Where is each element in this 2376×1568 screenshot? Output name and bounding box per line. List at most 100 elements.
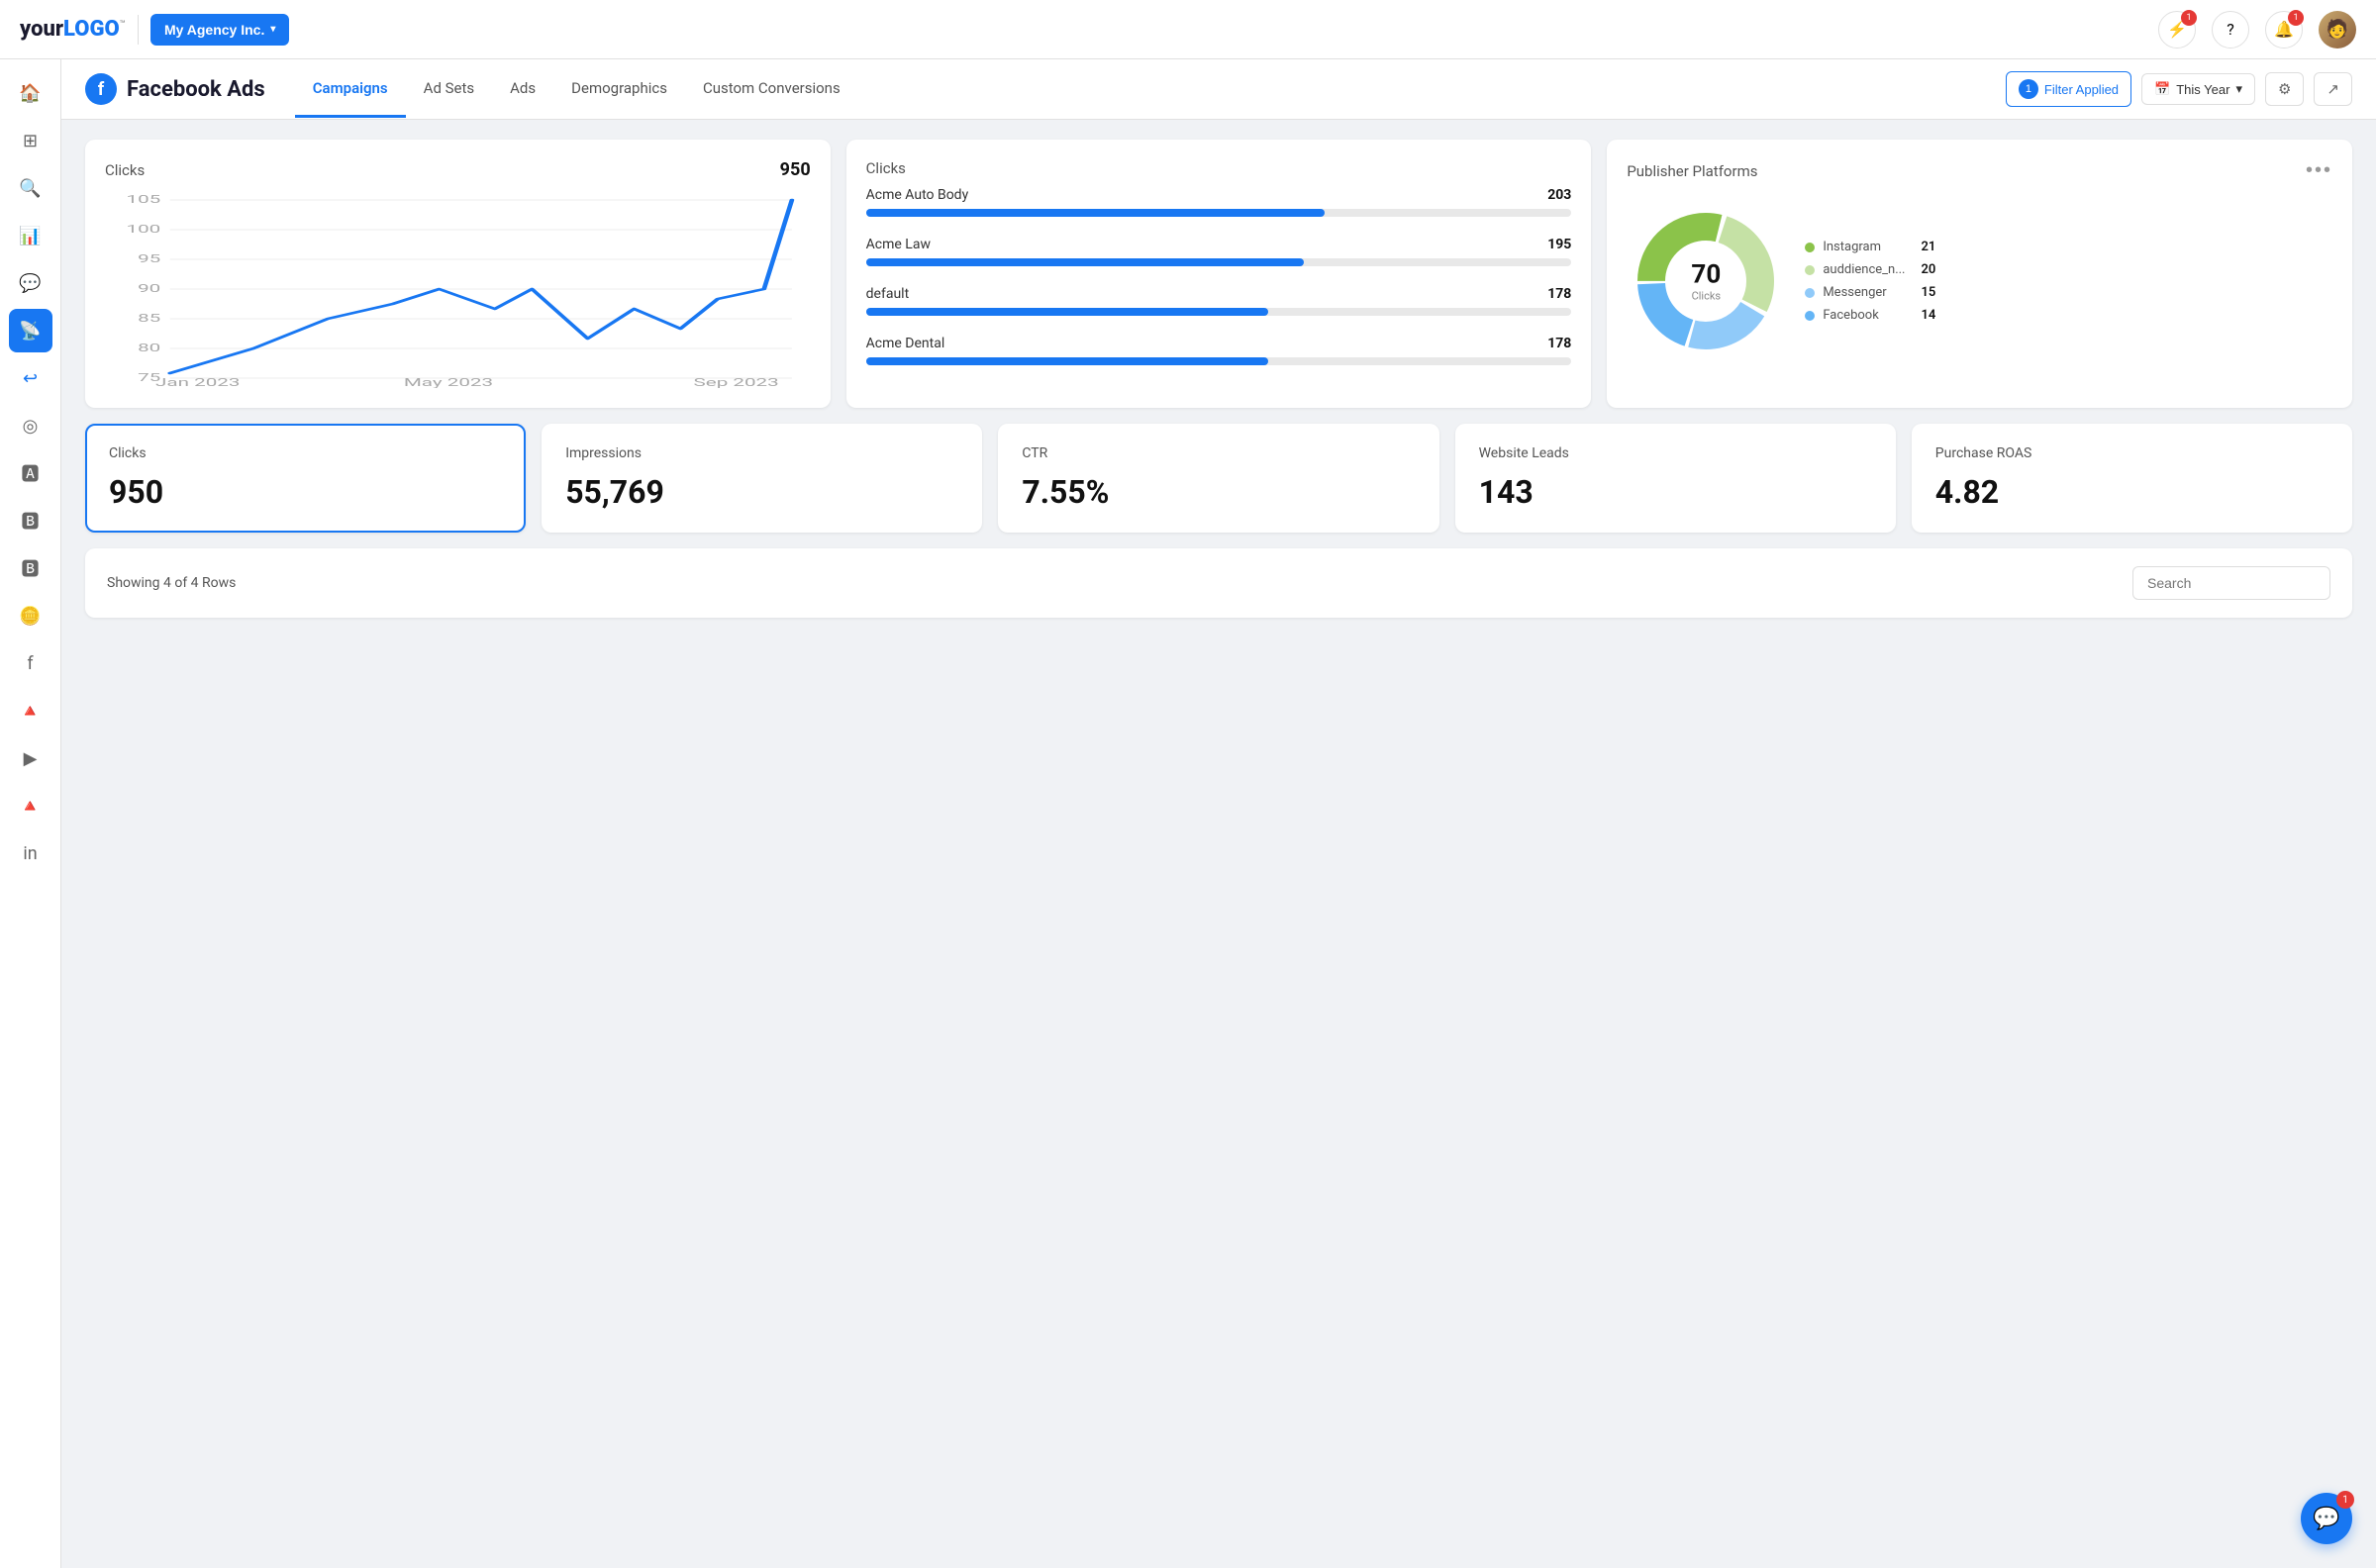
tab-ads[interactable]: Ads	[492, 61, 553, 118]
avatar[interactable]: 🧑	[2319, 11, 2356, 49]
legend-name-1: auddience_n...	[1823, 262, 1905, 277]
sidebar-item-home[interactable]: 🏠	[9, 71, 52, 115]
legend-item-1: auddience_n... 20	[1805, 262, 1935, 277]
sidebar-item-grid[interactable]: ⊞	[9, 119, 52, 162]
metric-value-ctr: 7.55%	[1022, 473, 1415, 511]
share-button[interactable]: ↗	[2314, 72, 2352, 106]
filter-count: 1	[2019, 79, 2038, 99]
bar-fill-2	[866, 308, 1268, 316]
columns-button[interactable]: ⚙	[2265, 72, 2304, 106]
publisher-header: Publisher Platforms •••	[1627, 159, 2332, 182]
bar-item-1: Acme Law 195	[866, 237, 1572, 266]
metric-card-purchase-roas[interactable]: Purchase ROAS 4.82	[1912, 424, 2352, 533]
sidebar-item-coin[interactable]: 🪙	[9, 594, 52, 637]
metric-value-purchase-roas: 4.82	[1935, 473, 2328, 511]
svg-text:95: 95	[138, 253, 160, 266]
table-search-input[interactable]	[2132, 566, 2330, 600]
svg-text:Jan 2023: Jan 2023	[155, 377, 240, 388]
legend-name-3: Facebook	[1823, 308, 1905, 323]
date-label: This Year	[2176, 82, 2229, 97]
line-chart-area: 105 100 95 90 85 80 75 Jan 2023	[105, 190, 811, 388]
app-body: 🏠 ⊞ 🔍 📊 💬 📡 ↩ ◎ 🅰 🅱 🅱 🪙 f 🔺 ▶ 🔺 in f Fac…	[0, 59, 2376, 1568]
publisher-more-button[interactable]: •••	[2306, 159, 2332, 182]
svg-text:100: 100	[126, 224, 160, 237]
bar-value-0: 203	[1547, 187, 1571, 203]
chat-badge: 1	[2336, 1491, 2354, 1509]
svg-text:85: 85	[138, 313, 160, 326]
notifications-button[interactable]: 🔔 1	[2265, 11, 2303, 49]
logo: yourLOGO™	[20, 17, 126, 42]
sidebar-item-b2[interactable]: 🅱	[9, 546, 52, 590]
tab-adsets[interactable]: Ad Sets	[406, 61, 492, 118]
bar-label-2: default	[866, 286, 910, 302]
sidebar: 🏠 ⊞ 🔍 📊 💬 📡 ↩ ◎ 🅰 🅱 🅱 🪙 f 🔺 ▶ 🔺 in	[0, 59, 61, 1568]
date-range-button[interactable]: 📅 This Year ▾	[2141, 73, 2255, 105]
agency-selector[interactable]: My Agency Inc. ▾	[150, 14, 289, 46]
help-button[interactable]: ?	[2212, 11, 2249, 49]
sub-nav: Campaigns Ad Sets Ads Demographics Custo…	[295, 61, 2006, 118]
donut-center-value: 70	[1691, 260, 1721, 290]
columns-icon: ⚙	[2278, 81, 2291, 98]
legend-name-2: Messenger	[1823, 285, 1905, 300]
metric-value-clicks: 950	[109, 473, 502, 511]
metric-card-clicks[interactable]: Clicks 950	[85, 424, 526, 533]
svg-text:105: 105	[126, 194, 160, 207]
svg-text:May 2023: May 2023	[404, 377, 493, 388]
logo-tm: ™	[120, 20, 126, 31]
agency-label: My Agency Inc.	[164, 22, 264, 38]
tab-custom-conversions[interactable]: Custom Conversions	[685, 61, 858, 118]
sidebar-item-search[interactable]: 🔍	[9, 166, 52, 210]
bar-track-1	[866, 258, 1572, 266]
metric-card-impressions[interactable]: Impressions 55,769	[542, 424, 982, 533]
table-bar: Showing 4 of 4 Rows	[85, 548, 2352, 618]
bar-track-2	[866, 308, 1572, 316]
filter-button[interactable]: 1 Filter Applied	[2006, 71, 2131, 107]
chart-header: Clicks 950	[105, 159, 811, 180]
sidebar-item-chat[interactable]: 💬	[9, 261, 52, 305]
sidebar-item-a-triangle[interactable]: 🔺	[9, 689, 52, 733]
sidebar-item-a2[interactable]: 🔺	[9, 784, 52, 828]
logo-divider	[138, 15, 139, 45]
share-icon: ↗	[2326, 81, 2339, 98]
metric-card-ctr[interactable]: CTR 7.55%	[998, 424, 1438, 533]
sidebar-item-play[interactable]: ▶	[9, 736, 52, 780]
publisher-title: Publisher Platforms	[1627, 162, 1757, 180]
legend-item-2: Messenger 15	[1805, 285, 1935, 300]
tab-demographics[interactable]: Demographics	[553, 61, 685, 118]
lightning-button[interactable]: ⚡ 1	[2158, 11, 2196, 49]
metric-card-website-leads[interactable]: Website Leads 143	[1455, 424, 1896, 533]
sidebar-item-linkedin[interactable]: in	[9, 832, 52, 875]
filter-label: Filter Applied	[2044, 82, 2119, 97]
legend-name-0: Instagram	[1823, 240, 1905, 254]
main-content: f Facebook Ads Campaigns Ad Sets Ads Dem…	[61, 59, 2376, 1568]
legend-dot-0	[1805, 243, 1815, 252]
chat-bubble-button[interactable]: 💬 1	[2301, 1493, 2352, 1544]
chart-title: Clicks	[105, 161, 145, 179]
sidebar-item-social[interactable]: ↩	[9, 356, 52, 400]
sidebar-item-facebook[interactable]: f	[9, 641, 52, 685]
tab-campaigns[interactable]: Campaigns	[295, 61, 406, 118]
chat-icon: 💬	[2313, 1507, 2339, 1531]
bar-item-3: Acme Dental 178	[866, 336, 1572, 365]
legend-val-2: 15	[1922, 285, 1936, 300]
sub-header: f Facebook Ads Campaigns Ad Sets Ads Dem…	[61, 59, 2376, 120]
page-title-area: f Facebook Ads	[85, 59, 265, 119]
chart-number: 950	[780, 159, 811, 180]
donut-center-label: Clicks	[1691, 290, 1721, 303]
sidebar-item-b1[interactable]: 🅱	[9, 499, 52, 542]
line-chart-svg: 105 100 95 90 85 80 75 Jan 2023	[105, 190, 811, 388]
facebook-icon: f	[85, 73, 117, 105]
svg-text:Sep 2023: Sep 2023	[694, 377, 779, 388]
publisher-platforms-card: Publisher Platforms •••	[1607, 140, 2352, 408]
metric-label-purchase-roas: Purchase ROAS	[1935, 445, 2328, 461]
bar-value-1: 195	[1547, 237, 1571, 252]
sidebar-item-amazon[interactable]: 🅰	[9, 451, 52, 495]
sidebar-item-ads[interactable]: 📡	[9, 309, 52, 352]
bar-list-title: Clicks	[866, 159, 906, 177]
legend-dot-3	[1805, 311, 1815, 321]
donut-legend: Instagram 21 auddience_n... 20 Messenger	[1805, 240, 1935, 323]
sidebar-item-reports[interactable]: 📊	[9, 214, 52, 257]
legend-val-1: 20	[1922, 262, 1936, 277]
logo-suffix: LOGO	[63, 17, 120, 42]
sidebar-item-circle[interactable]: ◎	[9, 404, 52, 447]
